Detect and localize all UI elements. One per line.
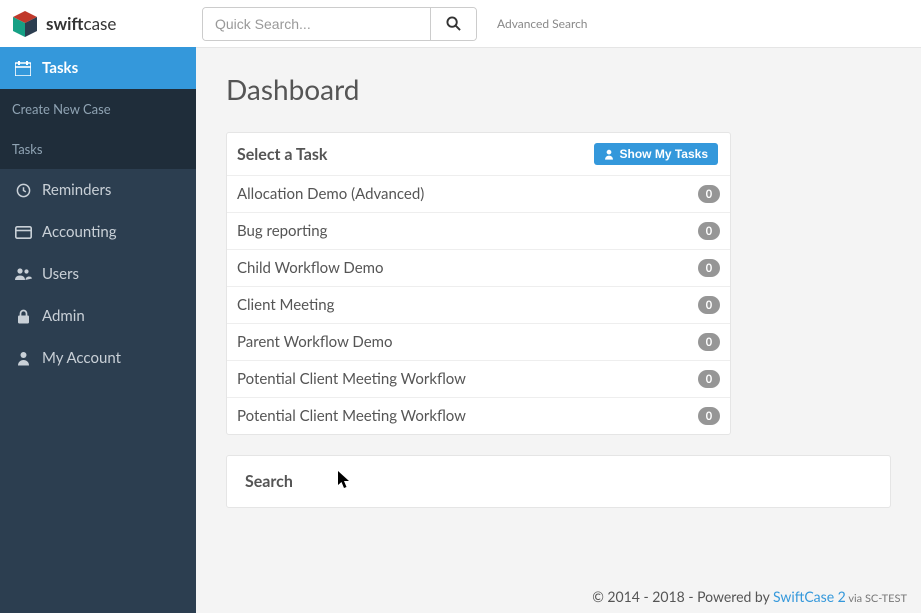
task-name: Potential Client Meeting Workflow xyxy=(237,370,466,388)
footer-link[interactable]: SwiftCase 2 xyxy=(773,588,846,605)
task-name: Parent Workflow Demo xyxy=(237,333,392,351)
show-my-tasks-button[interactable]: Show My Tasks xyxy=(594,143,718,165)
clock-icon xyxy=(14,182,32,198)
sidebar-sub-create-new-case[interactable]: Create New Case xyxy=(0,89,196,129)
brand-text: swiftcase xyxy=(46,13,116,34)
task-panel: Select a Task Show My Tasks Allocation D… xyxy=(226,132,731,435)
task-count-badge: 0 xyxy=(698,259,720,277)
search-button[interactable] xyxy=(430,8,476,40)
card-icon xyxy=(14,224,32,240)
task-row[interactable]: Potential Client Meeting Workflow 0 xyxy=(227,397,730,434)
sidebar-sub-tasks[interactable]: Tasks xyxy=(0,129,196,169)
sidebar-item-label: Users xyxy=(42,265,182,283)
task-count-badge: 0 xyxy=(698,407,720,425)
search-panel: Search xyxy=(226,455,891,508)
page-title: Dashboard xyxy=(226,72,891,106)
logo[interactable]: swiftcase xyxy=(0,0,196,47)
calendar-icon xyxy=(14,60,32,76)
sidebar-item-label: Reminders xyxy=(42,181,182,199)
task-row[interactable]: Bug reporting 0 xyxy=(227,212,730,249)
advanced-search-link[interactable]: Advanced Search xyxy=(497,16,588,31)
sidebar-item-label: My Account xyxy=(42,349,182,367)
task-count-badge: 0 xyxy=(698,185,720,203)
task-row[interactable]: Allocation Demo (Advanced) 0 xyxy=(227,175,730,212)
footer-via: via SC-TEST xyxy=(846,592,907,605)
sidebar-item-admin[interactable]: Admin xyxy=(0,295,196,337)
task-name: Allocation Demo (Advanced) xyxy=(237,185,424,203)
search-icon xyxy=(446,16,461,31)
search-input[interactable] xyxy=(203,8,430,40)
task-name: Child Workflow Demo xyxy=(237,259,383,277)
task-name: Potential Client Meeting Workflow xyxy=(237,407,466,425)
task-name: Client Meeting xyxy=(237,296,334,314)
task-count-badge: 0 xyxy=(698,333,720,351)
sidebar-item-tasks[interactable]: Tasks xyxy=(0,47,196,89)
cursor-icon xyxy=(337,470,351,490)
task-row[interactable]: Client Meeting 0 xyxy=(227,286,730,323)
footer: © 2014 - 2018 - Powered by SwiftCase 2 v… xyxy=(592,588,907,605)
task-panel-title: Select a Task xyxy=(237,145,327,164)
sidebar-item-my-account[interactable]: My Account xyxy=(0,337,196,379)
task-row[interactable]: Potential Client Meeting Workflow 0 xyxy=(227,360,730,397)
sidebar-item-accounting[interactable]: Accounting xyxy=(0,211,196,253)
sidebar-item-label: Tasks xyxy=(42,59,182,77)
task-count-badge: 0 xyxy=(698,296,720,314)
task-row[interactable]: Child Workflow Demo 0 xyxy=(227,249,730,286)
sidebar-nav: Tasks Create New Case Tasks Reminders Ac… xyxy=(0,47,196,379)
quick-search xyxy=(202,7,477,41)
user-icon xyxy=(604,149,614,160)
user-icon xyxy=(14,350,32,366)
brand-cube-icon xyxy=(10,9,40,39)
search-panel-title: Search xyxy=(245,472,293,491)
task-name: Bug reporting xyxy=(237,222,327,240)
task-list: Allocation Demo (Advanced)0Bug reporting… xyxy=(227,175,730,434)
show-my-tasks-label: Show My Tasks xyxy=(620,147,708,161)
task-count-badge: 0 xyxy=(698,222,720,240)
users-icon xyxy=(14,266,32,282)
sidebar-submenu: Create New Case Tasks xyxy=(0,89,196,169)
topbar: Advanced Search xyxy=(196,0,921,47)
task-count-badge: 0 xyxy=(698,370,720,388)
lock-icon xyxy=(14,308,32,324)
task-row[interactable]: Parent Workflow Demo 0 xyxy=(227,323,730,360)
sidebar-item-label: Admin xyxy=(42,307,182,325)
sidebar-item-reminders[interactable]: Reminders xyxy=(0,169,196,211)
footer-copyright: © 2014 - 2018 - Powered by xyxy=(592,588,773,605)
sidebar-item-label: Accounting xyxy=(42,223,182,241)
sidebar-item-users[interactable]: Users xyxy=(0,253,196,295)
